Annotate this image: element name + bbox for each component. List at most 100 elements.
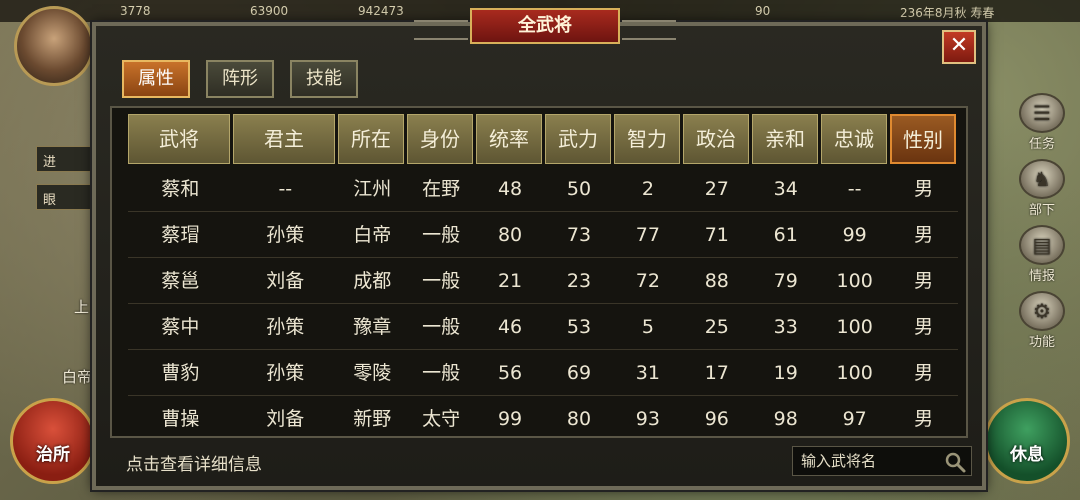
cell-intelligence: 77 — [635, 224, 660, 246]
table-row[interactable]: 曹豹 孙策 零陵 一般 56 69 31 17 19 100 男 — [128, 350, 958, 396]
govern-button[interactable]: 治所 — [10, 398, 96, 484]
side-menu-subordinates-label: 部下 — [1028, 203, 1055, 218]
side-menu-intel[interactable]: ▤ 情报 — [1010, 224, 1074, 284]
table-body: 蔡和 -- 江州 在野 48 50 2 27 34 -- 男蔡瑁 孙策 白帝 一般 80 73 77 71 61 99… — [128, 166, 958, 436]
column-header-loyalty[interactable]: 忠诚 — [821, 114, 887, 164]
column-header-intelligence[interactable]: 智力 — [614, 114, 680, 164]
side-menu-subordinates[interactable]: ♞ 部下 — [1010, 158, 1074, 218]
cell-charm: 34 — [773, 178, 798, 200]
cell-politics: 27 — [704, 178, 729, 200]
cell-loyalty: -- — [847, 178, 862, 200]
frame-corner — [112, 108, 124, 120]
cell-intelligence: 31 — [635, 362, 660, 384]
cell-intelligence: 5 — [641, 316, 654, 338]
resource-b-value: 63900 — [250, 4, 289, 18]
cell-war: 23 — [566, 270, 592, 292]
column-header-status[interactable]: 身份 — [407, 114, 473, 164]
cell-status: 一般 — [422, 270, 461, 292]
side-menu-function[interactable]: ⚙ 功能 — [1010, 290, 1074, 350]
left-action-button-2[interactable]: 眼 — [36, 184, 94, 210]
dialog-title: 全武将 — [470, 8, 620, 44]
cell-name: 曹操 — [161, 408, 200, 430]
column-header-lord[interactable]: 君主 — [233, 114, 335, 164]
side-menu-task-label: 任务 — [1028, 137, 1055, 152]
cell-name: 蔡瑁 — [161, 224, 200, 246]
search-input[interactable] — [793, 447, 943, 475]
cell-politics: 17 — [704, 362, 729, 384]
map-label-1: 上 — [74, 298, 90, 316]
cell-lord: 孙策 — [266, 362, 305, 384]
cell-location: 豫章 — [353, 316, 392, 338]
tab-skills[interactable]: 技能 — [290, 60, 358, 98]
cell-loyalty: 97 — [842, 408, 867, 430]
tab-bar: 属性 阵形 技能 — [122, 60, 358, 98]
cell-status: 一般 — [422, 224, 461, 246]
cell-lord: -- — [278, 178, 293, 200]
column-header-politics[interactable]: 政治 — [683, 114, 749, 164]
map-label-2: 白帝 — [62, 368, 93, 386]
table-row[interactable]: 蔡瑁 孙策 白帝 一般 80 73 77 71 61 99 男 — [128, 212, 958, 258]
resource-d-value: 90 — [755, 4, 771, 18]
cell-charm: 61 — [773, 224, 798, 246]
frame-corner — [954, 108, 966, 152]
cell-leadership: 56 — [497, 362, 523, 384]
cell-status: 在野 — [422, 178, 461, 200]
table-row[interactable]: 蔡邕 刘备 成都 一般 21 23 72 88 79 100 男 — [128, 258, 958, 304]
cell-war: 69 — [566, 362, 592, 384]
column-header-gender[interactable]: 性别 — [890, 114, 956, 164]
cell-intelligence: 2 — [641, 178, 654, 200]
column-header-location[interactable]: 所在 — [338, 114, 404, 164]
resource-c-value: 942473 — [358, 4, 404, 18]
cell-loyalty: 100 — [836, 362, 873, 384]
cell-intelligence: 72 — [635, 270, 660, 292]
search-icon[interactable] — [943, 450, 967, 474]
left-action-button-1[interactable]: 进 — [36, 146, 94, 172]
detail-hint: 点击查看详细信息 — [126, 455, 262, 475]
table-row[interactable]: 蔡中 孙策 豫章 一般 46 53 5 25 33 100 男 — [128, 304, 958, 350]
cell-status: 一般 — [422, 362, 461, 384]
cell-leadership: 21 — [497, 270, 523, 292]
cell-gender: 男 — [914, 270, 934, 292]
general-search — [792, 446, 972, 476]
cell-lord: 刘备 — [266, 408, 305, 430]
intel-icon: ▤ — [1019, 225, 1065, 265]
player-avatar[interactable] — [14, 6, 94, 86]
close-button[interactable]: ✕ — [942, 30, 976, 64]
cell-charm: 19 — [773, 362, 798, 384]
column-header-war[interactable]: 武力 — [545, 114, 611, 164]
cell-gender: 男 — [914, 316, 934, 338]
cell-leadership: 80 — [497, 224, 523, 246]
tab-attributes[interactable]: 属性 — [122, 60, 190, 98]
cell-charm: 98 — [773, 408, 798, 430]
side-menu-task[interactable]: ☰ 任务 — [1010, 92, 1074, 152]
table-header: 武将 君主 所在 身份 统率 武力 智力 政治 亲和 忠诚 性别 — [128, 114, 956, 164]
cell-location: 成都 — [353, 270, 392, 292]
cell-intelligence: 93 — [635, 408, 660, 430]
cell-loyalty: 100 — [836, 270, 873, 292]
task-icon: ☰ — [1019, 93, 1065, 133]
table-row[interactable]: 曹操 刘备 新野 太守 99 80 93 96 98 97 男 — [128, 396, 958, 436]
cell-gender: 男 — [914, 224, 934, 246]
cell-name: 蔡邕 — [161, 270, 200, 292]
game-date: 236年8月秋 寿春 — [900, 6, 995, 20]
generals-table: 武将 君主 所在 身份 统率 武力 智力 政治 亲和 忠诚 性别 蔡和 -- 江州 在野 48 50 2 27 34… — [110, 106, 968, 438]
cell-name: 蔡和 — [161, 178, 200, 200]
cell-leadership: 46 — [497, 316, 523, 338]
title-ornament-right — [622, 20, 676, 40]
cell-gender: 男 — [914, 178, 934, 200]
cell-status: 太守 — [422, 408, 461, 430]
govern-button-label: 治所 — [36, 445, 70, 465]
cell-politics: 88 — [704, 270, 729, 292]
column-header-name[interactable]: 武将 — [128, 114, 230, 164]
cell-politics: 25 — [704, 316, 729, 338]
cell-leadership: 48 — [497, 178, 523, 200]
cell-location: 新野 — [353, 408, 392, 430]
column-header-leadership[interactable]: 统率 — [476, 114, 542, 164]
table-row[interactable]: 蔡和 -- 江州 在野 48 50 2 27 34 -- 男 — [128, 166, 958, 212]
cell-war: 50 — [566, 178, 592, 200]
tab-formation[interactable]: 阵形 — [206, 60, 274, 98]
rest-button[interactable]: 休息 — [984, 398, 1070, 484]
cell-charm: 79 — [773, 270, 798, 292]
cell-status: 一般 — [422, 316, 461, 338]
column-header-charm[interactable]: 亲和 — [752, 114, 818, 164]
